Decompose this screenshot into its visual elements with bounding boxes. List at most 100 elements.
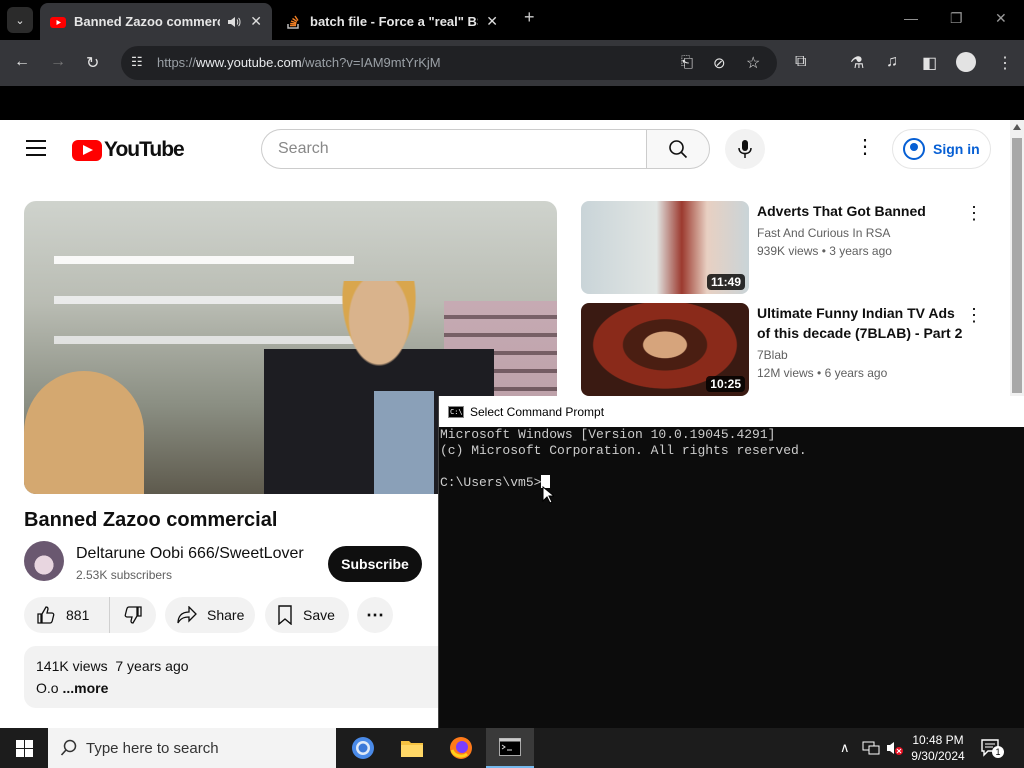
scroll-up-icon[interactable] — [1013, 124, 1021, 130]
channel-avatar[interactable] — [24, 541, 64, 581]
voice-search-button[interactable] — [725, 129, 765, 169]
browser-toolbar: ← → ↻ ☷ https://www.youtube.com/watch?v=… — [0, 40, 1024, 86]
close-tab-icon[interactable]: ✕ — [250, 13, 262, 30]
terminal-icon — [499, 738, 521, 756]
action-center-button[interactable]: 1 — [980, 738, 1004, 758]
video-thumbnail[interactable]: 11:49 — [581, 201, 749, 294]
labs-flask-icon[interactable]: ⚗ — [850, 53, 864, 73]
close-window-icon[interactable]: ✕ — [995, 10, 1007, 27]
reload-icon[interactable]: ↻ — [86, 53, 99, 73]
cmd-app-icon: C:\ — [448, 405, 464, 418]
cmd-console-output[interactable]: Microsoft Windows [Version 10.0.19045.42… — [440, 427, 807, 491]
close-tab-icon[interactable]: ✕ — [486, 13, 498, 30]
cmd-title-bar[interactable]: C:\ Select Command Prompt — [439, 396, 1024, 427]
taskbar-clock[interactable]: 10:48 PM 9/30/2024 — [906, 732, 970, 764]
account-circle-icon — [903, 138, 925, 160]
youtube-logo[interactable]: YouTube — [72, 138, 185, 162]
taskbar-chrome[interactable] — [339, 728, 387, 768]
volume-muted-icon[interactable] — [886, 740, 904, 756]
recommendation-title[interactable]: Adverts That Got Banned — [757, 201, 967, 221]
bookmark-icon — [278, 605, 292, 625]
settings-kebab-icon[interactable]: ⋮ — [855, 137, 875, 157]
network-icon[interactable] — [862, 740, 880, 756]
thumbs-down-icon — [124, 606, 142, 624]
like-dislike-group: 881 — [24, 597, 156, 633]
channel-name[interactable]: Deltarune Oobi 666/SweetLover — [76, 545, 304, 563]
recommendation-channel[interactable]: Fast And Curious In RSA — [757, 226, 890, 240]
dislike-button[interactable] — [110, 597, 156, 633]
recommendation-channel[interactable]: 7Blab — [757, 348, 788, 362]
restore-icon[interactable]: ❐ — [950, 10, 963, 27]
address-bar[interactable]: ☷ https://www.youtube.com/watch?v=IAM9mt… — [121, 46, 777, 80]
share-arrow-icon — [177, 606, 197, 624]
recommendation-item[interactable]: 11:49 Adverts That Got Banned Fast And C… — [581, 201, 1011, 294]
video-thumbnail[interactable]: 10:25 — [581, 303, 749, 396]
tab-search-button[interactable]: ⌄ — [7, 7, 33, 33]
tab-batch-file[interactable]: batch file - Force a "real" BSoD ✕ — [276, 3, 508, 40]
video-duration: 11:49 — [706, 274, 745, 290]
console-prompt: C:\Users\vm5> — [440, 475, 542, 490]
like-count: 881 — [66, 607, 90, 623]
save-button[interactable]: Save — [265, 597, 349, 633]
recommendation-item[interactable]: 10:25 Ultimate Funny Indian TV Ads of th… — [581, 303, 1011, 396]
recommendation-meta: 12M views • 6 years ago — [757, 366, 888, 380]
new-tab-icon[interactable]: + — [524, 7, 535, 28]
console-line: (c) Microsoft Corporation. All rights re… — [440, 443, 807, 458]
youtube-favicon-icon — [50, 16, 66, 28]
sign-in-button[interactable]: Sign in — [892, 129, 991, 169]
mouse-pointer-icon — [542, 486, 554, 504]
profile-avatar-icon[interactable] — [956, 52, 976, 72]
recommendation-title[interactable]: Ultimate Funny Indian TV Ads of this dec… — [757, 303, 967, 343]
stackoverflow-favicon-icon — [287, 15, 299, 29]
chevron-down-icon: ⌄ — [15, 14, 25, 27]
view-stats: 141K views 7 years ago — [36, 658, 189, 674]
more-actions-button[interactable]: ⋯ — [357, 597, 393, 633]
chrome-icon — [352, 737, 374, 759]
taskbar-file-explorer[interactable] — [388, 728, 436, 768]
minimize-icon[interactable]: — — [904, 10, 918, 26]
chrome-menu-icon[interactable]: ⋮ — [997, 53, 1013, 73]
recommendation-menu-icon[interactable]: ⋮ — [965, 305, 983, 326]
youtube-play-icon — [72, 139, 102, 161]
side-panel-icon[interactable]: ◧ — [922, 53, 937, 73]
share-button[interactable]: Share — [165, 597, 255, 633]
taskbar-command-prompt[interactable] — [486, 728, 534, 768]
start-button[interactable] — [0, 728, 48, 768]
install-app-icon[interactable]: ⎗ — [681, 54, 693, 71]
forward-arrow-icon[interactable]: → — [50, 53, 66, 71]
console-line: Microsoft Windows [Version 10.0.19045.42… — [440, 427, 776, 442]
site-settings-icon[interactable]: ☷ — [131, 54, 143, 70]
windows-logo-icon — [15, 739, 33, 757]
subscribe-button[interactable]: Subscribe — [328, 546, 422, 582]
extensions-icon[interactable]: ⧉ — [795, 53, 806, 71]
show-more-link[interactable]: ...more — [62, 680, 108, 696]
bookmark-star-icon[interactable]: ☆ — [746, 53, 760, 73]
search-button[interactable] — [646, 129, 710, 169]
clock-date: 9/30/2024 — [911, 749, 965, 763]
tab-title: Banned Zazoo commercial — [74, 14, 220, 29]
search-input[interactable]: Search — [261, 129, 647, 169]
like-button[interactable]: 881 — [24, 597, 110, 633]
taskbar-firefox[interactable] — [437, 728, 485, 768]
speaker-icon[interactable] — [226, 14, 242, 30]
notification-badge: 1 — [992, 746, 1004, 758]
scrollbar-thumb[interactable] — [1012, 138, 1022, 393]
cmd-title: Select Command Prompt — [470, 404, 605, 419]
command-prompt-window[interactable]: C:\ Select Command Prompt Microsoft Wind… — [438, 396, 1024, 728]
folder-icon — [401, 741, 423, 757]
url-text[interactable]: https://www.youtube.com/watch?v=IAM9mtYr… — [157, 55, 441, 70]
recommendation-menu-icon[interactable]: ⋮ — [965, 203, 983, 224]
video-title: Banned Zazoo commercial — [24, 509, 278, 531]
taskbar-search-box[interactable]: Type here to search — [48, 728, 336, 768]
clock-time: 10:48 PM — [912, 733, 964, 747]
back-arrow-icon[interactable]: ← — [14, 53, 30, 71]
bookmarks-bar-gap — [0, 86, 1024, 120]
show-hidden-icons-chevron-icon[interactable]: ∧ — [840, 740, 850, 756]
tab-youtube[interactable]: Banned Zazoo commercial ✕ — [40, 3, 272, 40]
hamburger-menu-icon[interactable] — [26, 140, 46, 161]
eye-slash-icon[interactable]: ⊘ — [713, 54, 726, 72]
video-duration: 10:25 — [706, 376, 745, 392]
description-box[interactable]: 141K views 7 years ago O.o ...more — [24, 646, 454, 708]
media-controls-icon[interactable]: ♫ — [886, 53, 898, 71]
